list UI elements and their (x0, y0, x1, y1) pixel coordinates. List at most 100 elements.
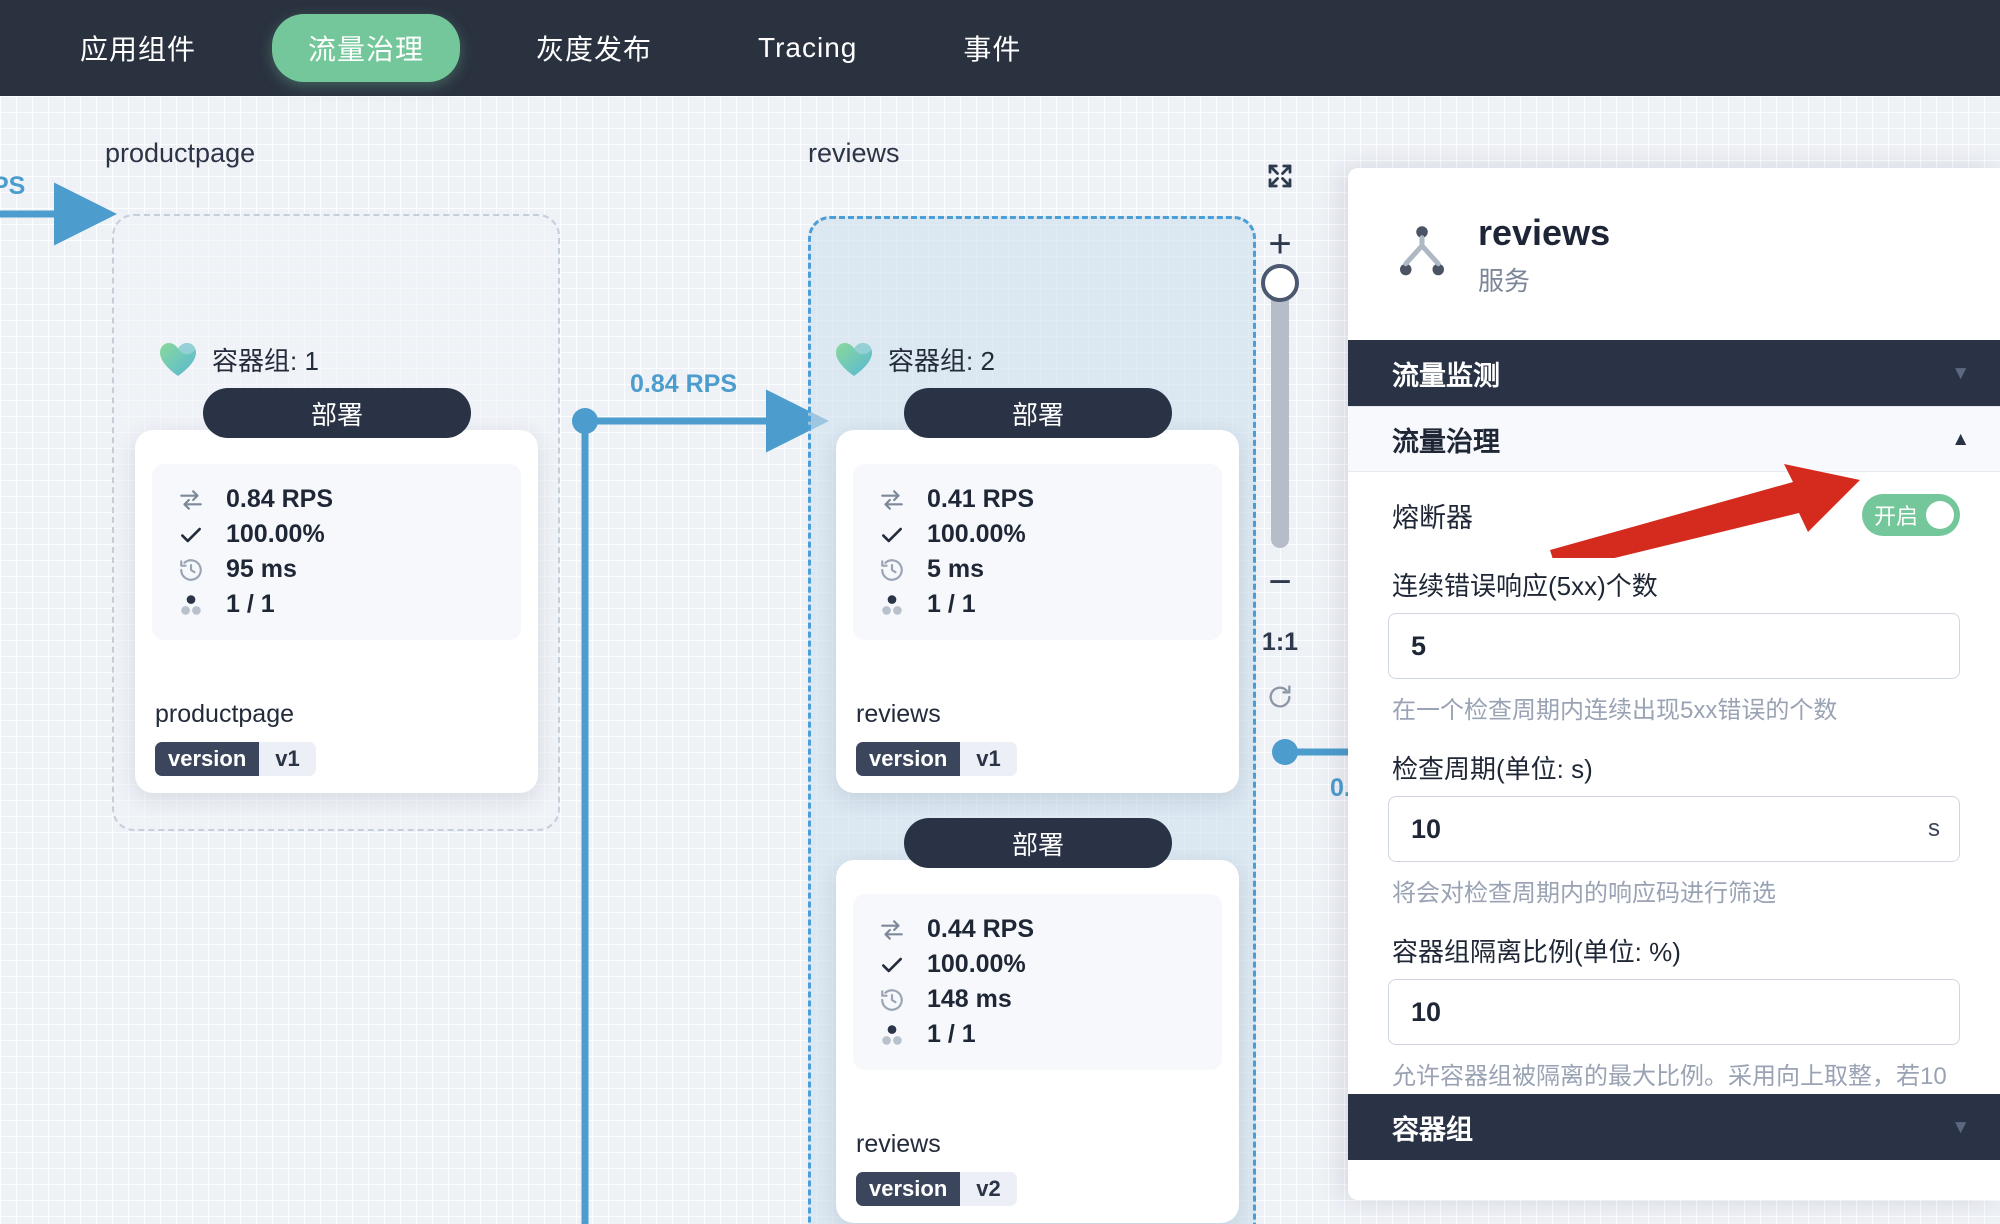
version-badge-productpage-v1: version v1 (155, 742, 316, 776)
metric-success-rate: 100.00% (879, 947, 1196, 982)
field-label-check-interval: 检查周期(单位: s) (1392, 754, 1593, 784)
check-interval-unit: s (1928, 815, 1940, 842)
nav-tab-events[interactable]: 事件 (933, 14, 1051, 82)
metric-replicas: 1 / 1 (178, 587, 495, 622)
metric-success-value: 100.00% (226, 520, 325, 548)
metric-replicas-value: 1 / 1 (226, 590, 275, 618)
circuit-breaker-toggle-text: 开启 (1874, 504, 1919, 529)
clock-history-icon (879, 987, 905, 1013)
zoom-in-button[interactable]: + (1268, 218, 1291, 270)
pod-heart-icon (160, 342, 196, 376)
group-title-reviews: reviews (808, 138, 900, 168)
replicas-cluster-icon (178, 592, 204, 618)
section-header-traffic-governance[interactable]: 流量治理 ▲ (1348, 406, 2000, 472)
node-card-reviews-v1[interactable]: 部署 0.41 RPS 100.00% 5 ms 1 / 1 reviews v… (836, 388, 1239, 793)
nav-tab-gray-release[interactable]: 灰度发布 (506, 14, 682, 82)
metric-latency: 95 ms (178, 552, 495, 587)
pods-row-productpage: 容器组: 1 (160, 341, 319, 378)
zoom-slider-knob[interactable] (1261, 264, 1299, 302)
section-header-traffic-monitoring[interactable]: 流量监测 ▼ (1348, 340, 2000, 406)
check-icon (879, 522, 905, 548)
node-name-reviews-v1: reviews (856, 700, 941, 728)
detail-panel: reviews 服务 流量监测 ▼ 流量治理 ▲ 熔断器 开启 连续错误响应(5… (1348, 168, 2000, 1200)
field-wrap-check-interval: s (1388, 796, 1960, 862)
top-navigation-bar: 应用组件 流量治理 灰度发布 Tracing 事件 (0, 0, 2000, 96)
circuit-breaker-toggle[interactable]: 开启 (1862, 494, 1960, 536)
metric-latency: 148 ms (879, 982, 1196, 1017)
pod-heart-icon (836, 342, 872, 376)
toggle-knob (1926, 501, 1954, 529)
version-badge-key: version (155, 742, 260, 776)
pods-row-reviews: 容器组: 2 (836, 341, 995, 378)
node-name-productpage-v1: productpage (155, 700, 295, 728)
pod-eject-percent-input[interactable] (1388, 979, 1960, 1045)
metric-replicas-value: 1 / 1 (927, 590, 976, 618)
metric-success-rate: 100.00% (178, 517, 495, 552)
node-name-reviews-v2: reviews (856, 1130, 941, 1158)
deploy-pill-productpage-v1[interactable]: 部署 (203, 388, 471, 438)
metrics-productpage-v1: 0.84 RPS 100.00% 95 ms 1 / 1 (152, 464, 521, 640)
check-interval-input[interactable] (1388, 796, 1960, 862)
metric-latency-value: 95 ms (226, 555, 297, 583)
traffic-exchange-icon (879, 917, 905, 943)
field-wrap-consecutive-5xx (1388, 613, 1960, 679)
metrics-reviews-v2: 0.44 RPS 100.00% 148 ms 1 / 1 (853, 894, 1222, 1070)
panel-service-type: 服务 (1478, 266, 1531, 296)
zoom-ratio-label[interactable]: 1:1 (1262, 628, 1298, 657)
traffic-governance-body: 熔断器 开启 连续错误响应(5xx)个数 在一个检查周期内连续出现5xx错误的个… (1348, 472, 2000, 1131)
zoom-controls[interactable]: + − 1:1 (1252, 156, 1308, 711)
panel-header: reviews 服务 (1348, 168, 2000, 340)
edge-label-incoming: PS (0, 172, 26, 200)
field-label-pod-eject-percent: 容器组隔离比例(单位: %) (1392, 937, 1681, 967)
metric-rps: 0.41 RPS (879, 482, 1196, 517)
deploy-pill-reviews-v1[interactable]: 部署 (904, 388, 1172, 438)
nav-tab-tracing[interactable]: Tracing (728, 18, 887, 78)
section-header-pods[interactable]: 容器组 ▼ (1348, 1094, 2000, 1160)
version-badge-value: v2 (976, 1176, 1001, 1201)
version-badge-value: v1 (275, 746, 300, 771)
metric-success-rate: 100.00% (879, 517, 1196, 552)
version-badge-key: version (856, 1172, 961, 1206)
circuit-breaker-label: 熔断器 (1392, 502, 1473, 533)
check-icon (879, 952, 905, 978)
metric-success-value: 100.00% (927, 520, 1026, 548)
replicas-cluster-icon (879, 592, 905, 618)
pods-count-productpage: 容器组: 1 (212, 346, 319, 376)
field-wrap-pod-eject-percent (1388, 979, 1960, 1045)
version-badge-value: v1 (976, 746, 1001, 771)
reset-view-icon[interactable] (1266, 683, 1294, 711)
metric-latency-value: 5 ms (927, 555, 984, 583)
metric-rps-value: 0.44 RPS (927, 915, 1035, 943)
field-label-consecutive-5xx: 连续错误响应(5xx)个数 (1392, 571, 1658, 601)
field-help-check-interval: 将会对检查周期内的响应码进行筛选 (1392, 880, 1776, 907)
clock-history-icon (178, 557, 204, 583)
consecutive-5xx-input[interactable] (1388, 613, 1960, 679)
section-label-pods: 容器组 (1392, 1114, 1473, 1145)
traffic-exchange-icon (879, 487, 905, 513)
metric-success-value: 100.00% (927, 950, 1026, 978)
chevron-up-icon: ▲ (1951, 428, 1970, 450)
nav-tab-traffic-governance[interactable]: 流量治理 (272, 14, 461, 82)
fullscreen-expand-icon[interactable] (1265, 156, 1295, 196)
metric-replicas-value: 1 / 1 (927, 1020, 976, 1048)
zoom-slider-track[interactable] (1261, 264, 1299, 548)
node-card-reviews-v2[interactable]: 部署 0.44 RPS 100.00% 148 ms 1 / 1 reviews… (836, 818, 1239, 1223)
group-title-productpage: productpage (105, 138, 256, 168)
field-help-consecutive-5xx: 在一个检查周期内连续出现5xx错误的个数 (1392, 697, 1838, 724)
node-card-productpage-v1[interactable]: 部署 0.84 RPS 100.00% 95 ms 1 / 1 productp… (135, 388, 538, 793)
metric-latency: 5 ms (879, 552, 1196, 587)
section-label-traffic-governance: 流量治理 (1392, 426, 1500, 457)
metric-rps-value: 0.84 RPS (226, 485, 334, 513)
edge-label-productpage-reviews: 0.84 RPS (630, 370, 738, 398)
version-badge-reviews-v1: version v1 (856, 742, 1017, 776)
nav-tab-app-components[interactable]: 应用组件 (50, 14, 226, 82)
version-badge-reviews-v2: version v2 (856, 1172, 1017, 1206)
circuit-breaker-row: 熔断器 开启 (1388, 472, 1960, 546)
clock-history-icon (879, 557, 905, 583)
panel-service-name: reviews (1478, 212, 1611, 253)
metric-replicas: 1 / 1 (879, 587, 1196, 622)
zoom-out-button[interactable]: − (1268, 560, 1291, 604)
version-badge-key: version (856, 742, 961, 776)
deploy-pill-reviews-v2[interactable]: 部署 (904, 818, 1172, 868)
metric-latency-value: 148 ms (927, 985, 1012, 1013)
